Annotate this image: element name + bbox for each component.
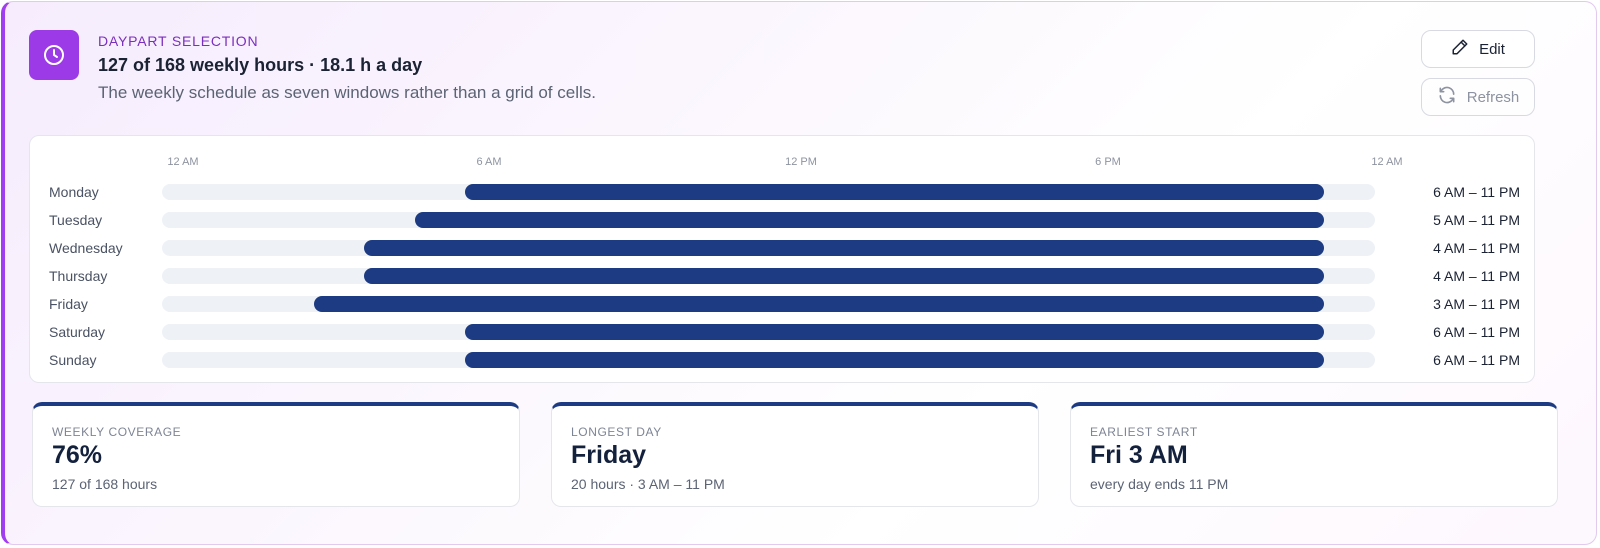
day-track-wednesday — [162, 240, 1375, 256]
stat-card-longest-day: LONGEST DAY Friday 20 hours · 3 AM – 11 … — [551, 402, 1039, 507]
stat-value: Fri 3 AM — [1090, 441, 1188, 469]
day-track-sunday — [162, 352, 1375, 368]
clock-icon — [29, 30, 79, 80]
page-title: 127 of 168 weekly hours · 18.1 h a day — [98, 55, 423, 75]
day-range-thursday: 4 AM – 11 PM — [1433, 268, 1520, 284]
day-label-friday: Friday — [49, 296, 88, 312]
day-label-saturday: Saturday — [49, 324, 106, 340]
section-eyebrow: DAYPART SELECTION — [98, 33, 259, 49]
stat-value: Friday — [571, 441, 647, 469]
stat-card-weekly-coverage: WEEKLY COVERAGE 76% 127 of 168 hours — [32, 402, 520, 507]
day-label-thursday: Thursday — [49, 268, 108, 284]
day-range-monday: 6 AM – 11 PM — [1433, 184, 1520, 200]
day-window-monday[interactable] — [465, 184, 1325, 200]
axis-label-6pm: 6 PM — [1095, 156, 1121, 168]
day-track-monday — [162, 184, 1375, 200]
stat-sub: 20 hours · 3 AM – 11 PM — [571, 476, 725, 492]
day-window-saturday[interactable] — [465, 324, 1325, 340]
day-window-wednesday[interactable] — [364, 240, 1325, 256]
day-label-monday: Monday — [49, 184, 99, 200]
day-label-sunday: Sunday — [49, 352, 97, 368]
edit-button-label: Edit — [1479, 40, 1505, 58]
day-range-sunday: 6 AM – 11 PM — [1433, 352, 1520, 368]
axis-label-6am: 6 AM — [476, 156, 502, 168]
stat-label: EARLIEST START — [1090, 425, 1198, 439]
day-track-thursday — [162, 268, 1375, 284]
stat-sub: 127 of 168 hours — [52, 476, 158, 492]
stat-label: WEEKLY COVERAGE — [52, 425, 182, 439]
stat-sub: every day ends 11 PM — [1090, 476, 1229, 492]
pencil-icon — [1451, 38, 1469, 60]
day-range-wednesday: 4 AM – 11 PM — [1433, 240, 1520, 256]
axis-label-12am: 12 AM — [167, 156, 199, 168]
day-window-sunday[interactable] — [465, 352, 1325, 368]
schedule-panel — [29, 135, 1535, 383]
day-range-saturday: 6 AM – 11 PM — [1433, 324, 1520, 340]
axis-label-12pm: 12 PM — [785, 156, 817, 168]
stat-label: LONGEST DAY — [571, 425, 662, 439]
edit-button[interactable]: Edit — [1421, 30, 1535, 68]
day-window-friday[interactable] — [313, 296, 1325, 312]
day-track-friday — [162, 296, 1375, 312]
stat-value: 76% — [52, 441, 103, 469]
day-window-tuesday[interactable] — [414, 212, 1325, 228]
day-range-tuesday: 5 AM – 11 PM — [1433, 212, 1520, 228]
page-subtitle: The weekly schedule as seven windows rat… — [98, 83, 596, 102]
refresh-button-label: Refresh — [1466, 88, 1520, 106]
refresh-button[interactable]: Refresh — [1421, 78, 1535, 116]
day-label-tuesday: Tuesday — [49, 212, 103, 228]
axis-label-12am-end: 12 AM — [1371, 156, 1403, 168]
day-track-tuesday — [162, 212, 1375, 228]
day-label-wednesday: Wednesday — [49, 240, 123, 256]
day-track-saturday — [162, 324, 1375, 340]
day-window-thursday[interactable] — [364, 268, 1325, 284]
stat-card-earliest-start: EARLIEST START Fri 3 AM every day ends 1… — [1070, 402, 1558, 507]
day-range-friday: 3 AM – 11 PM — [1433, 296, 1520, 312]
refresh-icon — [1437, 85, 1457, 109]
